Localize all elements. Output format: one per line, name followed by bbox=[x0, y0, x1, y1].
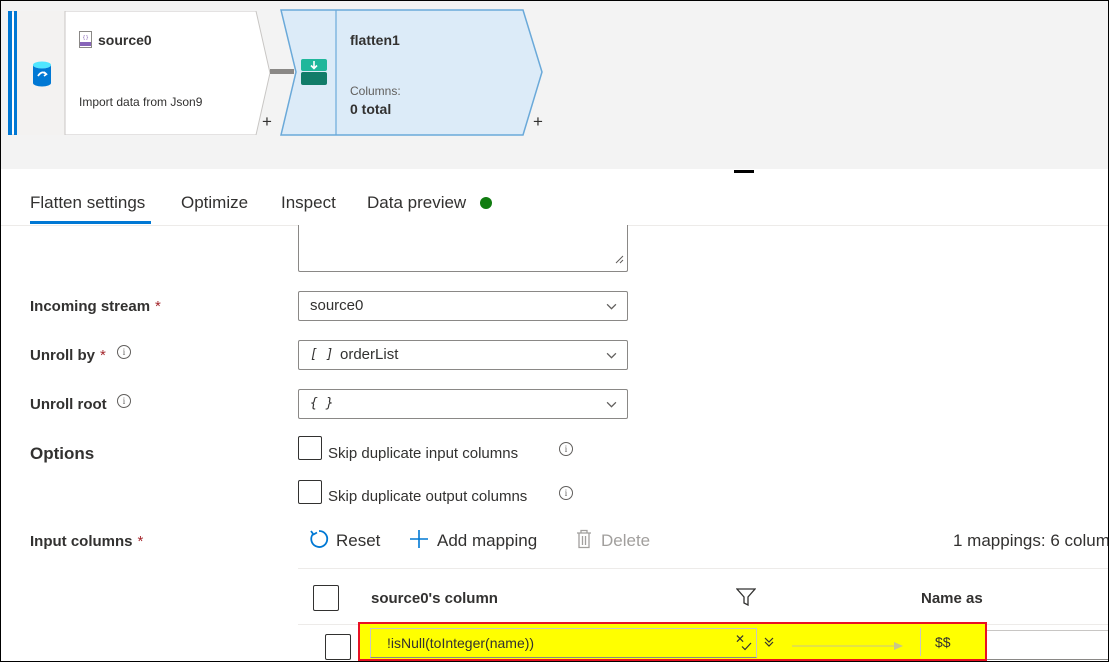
filter-icon[interactable] bbox=[735, 588, 757, 611]
source-node-subtitle: Import data from Json9 bbox=[79, 95, 203, 109]
unroll-by-label-text: Unroll by bbox=[30, 347, 96, 364]
source-add-button[interactable]: + bbox=[262, 112, 272, 132]
chevron-down-icon bbox=[606, 401, 617, 408]
skip-duplicate-input-checkbox[interactable] bbox=[298, 436, 322, 460]
input-columns-label: Input columns * bbox=[30, 533, 143, 550]
reset-button[interactable]: Reset bbox=[336, 531, 380, 551]
flatten-icon bbox=[301, 59, 327, 90]
name-as-text: $$ bbox=[935, 634, 951, 650]
resize-grip-icon bbox=[615, 251, 624, 269]
tab-data-preview[interactable]: Data preview bbox=[367, 193, 466, 213]
incoming-stream-label: Incoming stream * bbox=[30, 298, 161, 315]
incoming-stream-label-text: Incoming stream bbox=[30, 298, 151, 315]
select-all-checkbox[interactable] bbox=[313, 585, 339, 611]
source-node-title: source0 bbox=[98, 32, 152, 48]
header-name-as: Name as bbox=[921, 590, 983, 607]
required-marker: * bbox=[155, 298, 161, 315]
flatten-node[interactable]: flatten1 Columns: 0 total bbox=[280, 9, 544, 136]
chevron-down-icon bbox=[606, 352, 617, 359]
settings-tabs: Flatten settings Optimize Inspect Data p… bbox=[1, 173, 1108, 226]
add-mapping-button[interactable]: Add mapping bbox=[437, 531, 537, 551]
database-icon bbox=[32, 61, 52, 92]
tab-inspect[interactable]: Inspect bbox=[281, 193, 336, 213]
required-marker: * bbox=[100, 347, 106, 364]
flatten-columns-value: 0 total bbox=[350, 101, 392, 117]
highlighted-mapping-row: !isNull(toInteger(name)) ✕ $$ bbox=[358, 622, 987, 661]
svg-text:{}: {} bbox=[82, 35, 88, 41]
name-as-input[interactable]: $$ bbox=[920, 628, 986, 656]
status-dot-icon bbox=[480, 197, 492, 209]
delete-icon bbox=[576, 529, 592, 554]
delete-button[interactable]: Delete bbox=[601, 531, 650, 551]
tab-flatten-settings[interactable]: Flatten settings bbox=[30, 193, 145, 213]
validate-check-icon bbox=[741, 638, 752, 656]
required-marker: * bbox=[137, 533, 144, 550]
mapping-arrow-icon bbox=[792, 638, 904, 656]
unroll-by-label: Unroll by * bbox=[30, 347, 106, 364]
flatten-columns-label: Columns: bbox=[350, 84, 401, 98]
options-label: Options bbox=[30, 444, 95, 463]
input-columns-label-text: Input columns bbox=[30, 533, 133, 550]
dataflow-canvas: {} source0 Import data from Json9 + flat… bbox=[1, 1, 1108, 169]
flatten-node-title: flatten1 bbox=[350, 32, 400, 48]
incoming-stream-select[interactable]: source0 bbox=[298, 291, 628, 321]
mappings-summary: 1 mappings: 6 colum bbox=[953, 531, 1109, 550]
header-source-column: source0's column bbox=[371, 590, 498, 607]
add-icon bbox=[409, 529, 429, 554]
info-icon[interactable]: i bbox=[559, 486, 573, 500]
expand-chevron-icon[interactable] bbox=[763, 635, 775, 653]
unroll-by-value: orderList bbox=[340, 346, 399, 363]
info-icon[interactable]: i bbox=[559, 442, 573, 456]
array-icon: [ ] bbox=[310, 347, 334, 362]
info-icon[interactable]: i bbox=[117, 394, 131, 408]
name-as-input-continuation[interactable] bbox=[987, 630, 1108, 660]
info-icon[interactable]: i bbox=[117, 345, 131, 359]
unroll-root-value: { } bbox=[310, 396, 334, 411]
json-file-icon: {} bbox=[79, 31, 92, 53]
skip-duplicate-output-label[interactable]: Skip duplicate output columns bbox=[328, 488, 527, 505]
skip-duplicate-output-checkbox[interactable] bbox=[298, 480, 322, 504]
source-node[interactable]: {} source0 Import data from Json9 bbox=[8, 11, 270, 135]
expression-text: !isNull(toInteger(name)) bbox=[387, 635, 535, 651]
flatten-add-button[interactable]: + bbox=[533, 112, 543, 132]
unroll-by-select[interactable]: [ ] orderList bbox=[298, 340, 628, 370]
tab-optimize[interactable]: Optimize bbox=[181, 193, 248, 213]
reset-icon bbox=[308, 528, 330, 555]
flatten-settings-panel: {} source0 Import data from Json9 + flat… bbox=[0, 0, 1109, 662]
row-select-checkbox[interactable] bbox=[325, 634, 351, 660]
mapping-table: source0's column Name as !isNull(toInteg… bbox=[298, 568, 1108, 661]
unroll-root-select[interactable]: { } bbox=[298, 389, 628, 419]
description-textarea[interactable] bbox=[298, 225, 628, 272]
skip-duplicate-input-label[interactable]: Skip duplicate input columns bbox=[328, 445, 518, 462]
unroll-root-label: Unroll root bbox=[30, 396, 107, 413]
chevron-down-icon bbox=[606, 303, 617, 310]
active-tab-indicator bbox=[30, 221, 151, 224]
expression-input[interactable]: !isNull(toInteger(name)) ✕ bbox=[370, 628, 757, 658]
incoming-stream-value: source0 bbox=[310, 297, 364, 314]
